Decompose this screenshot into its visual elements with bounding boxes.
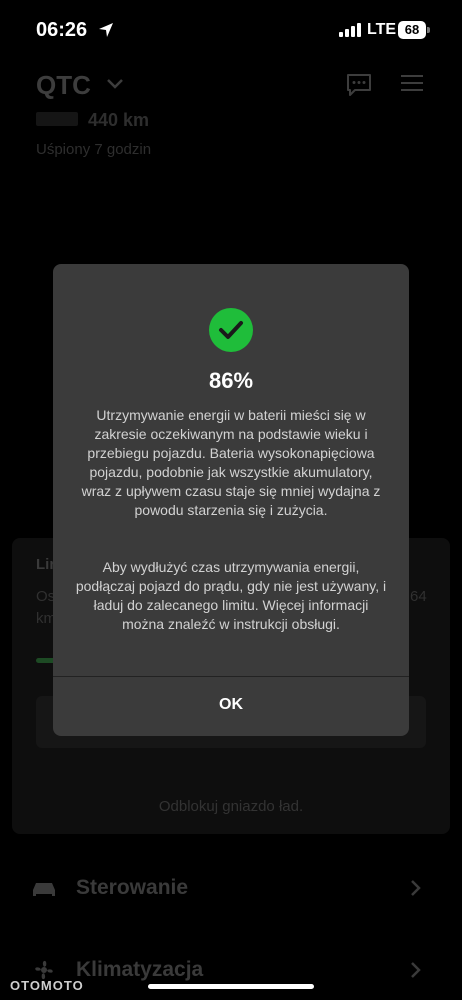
menu-row-label: Klimatyzacja	[76, 958, 204, 981]
battery-health-dialog: 86% Utrzymywanie energii w baterii mieśc…	[53, 264, 409, 736]
car-icon	[33, 883, 55, 896]
chevron-right-icon	[411, 880, 421, 896]
range-value: 440 km	[88, 110, 150, 130]
dialog-description: Utrzymywanie energii w baterii mieści si…	[81, 407, 381, 518]
chat-icon[interactable]	[345, 72, 373, 98]
watermark-logo: OTOMOTO	[10, 978, 84, 993]
unlock-port-button[interactable]: Odblokuj gniazdo ład.	[0, 798, 462, 815]
battery-bar	[36, 112, 78, 126]
menu-row-label: Sterowanie	[76, 876, 189, 899]
menu-row-controls[interactable]: Sterowanie	[0, 868, 462, 908]
check-circle-icon	[209, 308, 253, 352]
chevron-down-icon[interactable]	[106, 78, 124, 90]
sleep-status: Uśpiony 7 godzin	[36, 141, 152, 158]
charging-card-value: 64	[410, 588, 427, 605]
chevron-right-icon	[411, 962, 421, 978]
battery-health-percent: 86%	[208, 368, 254, 393]
ok-button[interactable]: OK	[53, 677, 409, 736]
hamburger-menu-icon[interactable]	[401, 74, 423, 92]
dialog-advice: Aby wydłużyć czas utrzymywania energii, …	[75, 559, 387, 632]
vehicle-name[interactable]: QTC	[36, 70, 91, 101]
home-indicator[interactable]	[148, 984, 314, 989]
